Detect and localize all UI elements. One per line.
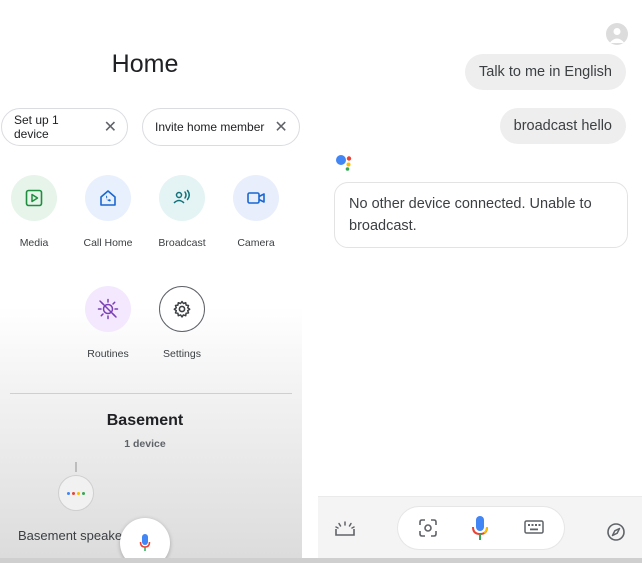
broadcast-icon (159, 175, 205, 221)
camera-label: Camera (237, 237, 275, 249)
assistant-pane: Talk to me in English broadcast hello No… (318, 0, 642, 558)
close-icon[interactable]: ✕ (104, 117, 117, 137)
routines-button[interactable]: Routines (73, 286, 143, 360)
assistant-input-bar (318, 496, 642, 558)
broadcast-label: Broadcast (158, 237, 206, 249)
snapshot-icon[interactable] (334, 521, 356, 542)
camera-button[interactable]: Camera (221, 175, 291, 249)
input-pill (398, 507, 564, 549)
smart-speaker-icon (58, 475, 94, 511)
invite-member-chip-label: Invite home member (155, 120, 265, 134)
device-name[interactable]: Basement speaker (18, 528, 126, 543)
gear-icon (159, 286, 205, 332)
google-assistant-logo-icon (334, 152, 358, 176)
settings-label: Settings (163, 348, 201, 360)
user-message[interactable]: broadcast hello (499, 108, 626, 144)
room-device-count: 1 device (124, 438, 166, 450)
google-home-pane: Home Set up 1 device ✕ Invite home membe… (0, 0, 302, 558)
setup-device-chip-label: Set up 1 device (14, 113, 59, 141)
invite-member-chip[interactable]: Invite home member ✕ (142, 108, 300, 146)
divider (10, 393, 292, 394)
keyboard-icon[interactable] (524, 518, 544, 541)
close-icon[interactable]: ✕ (274, 117, 287, 137)
broadcast-button[interactable]: Broadcast (147, 175, 217, 249)
settings-button[interactable]: Settings (147, 286, 217, 360)
call-home-button[interactable]: Call Home (73, 175, 143, 249)
mic-icon (139, 534, 151, 551)
call-home-icon (85, 175, 131, 221)
explore-compass-icon[interactable] (606, 522, 626, 547)
assistant-response: No other device connected. Unable to bro… (334, 182, 628, 248)
media-label: Media (19, 237, 49, 249)
setup-device-chip[interactable]: Set up 1 device ✕ (1, 108, 128, 146)
lens-icon[interactable] (418, 518, 438, 543)
user-message[interactable]: Talk to me in English (465, 54, 626, 90)
bottom-edge (0, 558, 642, 563)
routines-label: Routines (87, 348, 129, 360)
routines-icon (85, 286, 131, 332)
page-title: Home (111, 50, 179, 78)
play-icon (11, 175, 57, 221)
assistant-mic-button[interactable] (120, 518, 170, 558)
call-home-label: Call Home (83, 237, 133, 249)
speaker-device-tile[interactable] (56, 462, 96, 518)
user-avatar-icon[interactable] (606, 23, 628, 45)
mic-icon[interactable] (471, 514, 489, 547)
media-button[interactable]: Media (0, 175, 69, 249)
room-name: Basement (106, 412, 184, 429)
camera-icon (233, 175, 279, 221)
